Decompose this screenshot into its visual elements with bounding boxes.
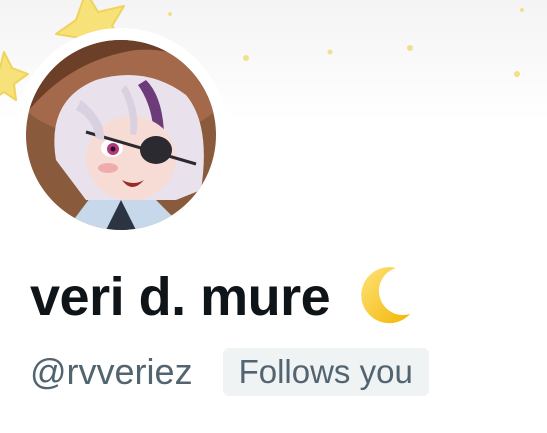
username-handle: @rvveriez xyxy=(30,351,193,392)
banner-sparkle xyxy=(243,55,249,61)
display-name: veri d. mure xyxy=(30,267,331,327)
avatar-illustration xyxy=(26,40,216,230)
avatar[interactable] xyxy=(26,40,216,230)
banner-sparkle xyxy=(520,8,524,12)
follows-you-badge: Follows you xyxy=(222,348,429,396)
banner-sparkle xyxy=(407,45,413,51)
handle-row: @rvveriez Follows you xyxy=(30,348,429,396)
banner-sparkle xyxy=(327,49,333,55)
crescent-moon-icon xyxy=(348,262,418,332)
banner-sparkle xyxy=(514,71,520,77)
banner-sparkle xyxy=(168,12,172,16)
display-name-row: veri d. mure xyxy=(30,262,418,332)
